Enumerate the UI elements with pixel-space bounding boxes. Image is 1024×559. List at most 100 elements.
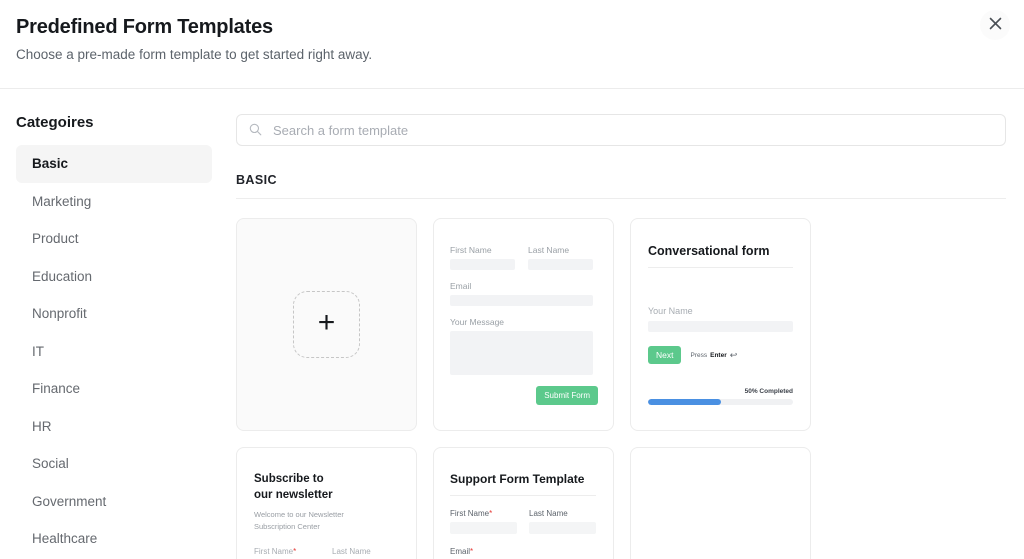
sidebar-item-product[interactable]: Product [16,220,212,258]
first-name-input[interactable] [450,522,517,534]
next-button[interactable]: Next [648,346,681,364]
sidebar-item-label: HR [32,419,52,434]
last-name-label: Last Name [529,509,596,518]
support-form-template-card[interactable]: Support Form Template First Name* Last N… [433,447,614,559]
name-row: First Name* Last Name [254,547,399,559]
first-name-label: First Name [450,245,515,255]
close-button[interactable] [980,10,1010,40]
email-input[interactable] [450,295,593,306]
search-bar [236,114,1006,146]
required-asterisk: * [293,547,296,556]
sidebar-item-label: Basic [32,156,68,171]
page-subtitle: Choose a pre-made form template to get s… [16,47,372,62]
blog-preview: Subscribe Blog for latest updates Lorem … [631,448,810,559]
categories-sidebar: Categoires Basic Marketing Product Educa… [0,89,228,559]
first-name-field: First Name* [254,547,321,559]
message-textarea[interactable] [450,331,593,375]
section-title: BASIC [236,173,1004,187]
sidebar-item-label: Marketing [32,194,91,209]
sidebar-list: Basic Marketing Product Education Nonpro… [0,145,228,558]
newsletter-title: Subscribe to our newsletter [254,472,399,503]
first-name-label: First Name* [254,547,321,556]
sidebar-item-label: IT [32,344,44,359]
progress-track [648,399,793,405]
sidebar-item-government[interactable]: Government [16,483,212,521]
section-divider [236,198,1006,199]
contact-form-preview: First Name Last Name Email Your Mess [434,219,613,375]
first-name-field: First Name [450,245,515,270]
required-asterisk: * [470,547,473,556]
first-name-label: First Name* [450,509,517,518]
sidebar-item-basic[interactable]: Basic [16,145,212,183]
sidebar-item-hr[interactable]: HR [16,408,212,446]
sidebar-item-label: Product [32,231,79,246]
newsletter-sub-line2: Subscription Center [254,521,399,533]
last-name-field: Last Name [529,509,596,534]
press-enter-hint: Press Enter ↩ [690,350,737,361]
sidebar-item-label: Social [32,456,69,471]
last-name-input[interactable] [528,259,593,270]
newsletter-preview: Subscribe to our newsletter Welcome to o… [237,448,416,559]
sidebar-item-label: Finance [32,381,80,396]
email-label: Email* [450,547,596,556]
support-form-title: Support Form Template [450,472,596,496]
sidebar-item-education[interactable]: Education [16,258,212,296]
blank-dropzone: + [293,291,360,358]
support-form-preview: Support Form Template First Name* Last N… [434,448,613,559]
conversational-form-template-card[interactable]: Conversational form Your Name Next Press… [630,218,811,431]
conversational-actions: Next Press Enter ↩ [648,346,793,364]
sidebar-item-label: Government [32,494,106,509]
last-name-input[interactable] [529,522,596,534]
name-row: First Name* Last Name [450,509,596,534]
conversational-form-title: Conversational form [648,244,793,268]
sidebar-title: Categoires [16,114,228,131]
page-title: Predefined Form Templates [16,16,273,39]
sidebar-item-label: Nonprofit [32,306,87,321]
sidebar-item-finance[interactable]: Finance [16,370,212,408]
newsletter-template-card[interactable]: Subscribe to our newsletter Welcome to o… [236,447,417,559]
conversational-form-preview: Conversational form Your Name Next Press… [631,219,810,364]
plus-icon: + [318,308,336,338]
progress-fill [648,399,721,405]
template-card-grid: + First Name Last Name [236,218,1004,559]
message-field: Your Message [450,317,593,375]
enter-arrow-icon: ↩ [730,350,738,361]
sidebar-item-social[interactable]: Social [16,445,212,483]
templates-panel: BASIC + First Name Las [228,89,1024,559]
close-icon [989,17,1002,33]
modal-header: Predefined Form Templates Choose a pre-m… [0,0,1024,89]
progress-section: 50% Completed [648,388,793,405]
sidebar-item-nonprofit[interactable]: Nonprofit [16,295,212,333]
search-input[interactable] [236,114,1006,146]
submit-form-button[interactable]: Submit Form [536,386,598,405]
progress-label: 50% Completed [648,388,793,395]
name-row: First Name Last Name [450,245,593,270]
sidebar-item-marketing[interactable]: Marketing [16,183,212,221]
newsletter-subtitle: Welcome to our Newsletter Subscription C… [254,509,399,534]
email-field: Email* [450,547,596,559]
sidebar-item-it[interactable]: IT [16,333,212,371]
blank-form-card[interactable]: + [236,218,417,431]
blog-subscribe-template-card[interactable]: Subscribe Blog for latest updates Lorem … [630,447,811,559]
sidebar-item-label: Healthcare [32,531,97,546]
contact-form-template-card[interactable]: First Name Last Name Email Your Mess [433,218,614,431]
required-asterisk: * [489,509,492,518]
hint-key: Enter [710,352,727,359]
hint-prefix: Press [690,352,707,359]
message-label: Your Message [450,317,593,327]
sidebar-item-healthcare[interactable]: Healthcare [16,520,212,558]
first-name-input[interactable] [450,259,515,270]
your-name-input[interactable] [648,321,793,332]
first-name-field: First Name* [450,509,517,534]
last-name-field: Last Name [332,547,399,559]
newsletter-title-line2: our newsletter [254,488,399,504]
your-name-label: Your Name [648,306,793,316]
email-label: Email [450,281,593,291]
newsletter-sub-line1: Welcome to our Newsletter [254,509,399,521]
last-name-field: Last Name [528,245,593,270]
last-name-label: Last Name [332,547,399,556]
newsletter-title-line1: Subscribe to [254,472,399,488]
sidebar-item-label: Education [32,269,92,284]
predefined-form-templates-modal: Predefined Form Templates Choose a pre-m… [0,0,1024,559]
email-field: Email [450,281,593,306]
